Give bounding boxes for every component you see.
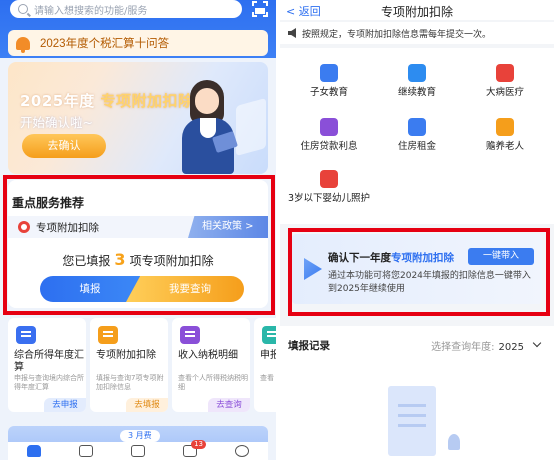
- scan-icon[interactable]: [252, 1, 268, 17]
- house-loan-icon: [320, 118, 338, 136]
- search-input[interactable]: 请输入想搜索的功能/服务: [10, 0, 242, 18]
- key-service-card: 重点服务推荐 专项附加扣除 相关政策 > 您已填报 3 项专项附加扣除 填报 我要查…: [8, 180, 268, 308]
- bell-icon: [16, 36, 30, 53]
- chevron-down-icon[interactable]: [532, 338, 542, 348]
- policy-notice: 按照规定，专项附加扣除信息需每年提交一次。: [280, 22, 554, 44]
- deduction-grid: 子女教育 继续教育 大病医疗 住房贷款利息 住房租金 赡养老人 3岁以下婴幼儿照…: [280, 48, 554, 224]
- notice-bar[interactable]: 2023年度个税汇算十问答: [8, 30, 268, 56]
- records-title: 填报记录: [288, 340, 330, 352]
- notice-text: 2023年度个税汇算十问答: [40, 38, 170, 50]
- children-education-icon: [320, 64, 338, 82]
- confirm-title: 确认下一年度专项附加扣除: [328, 252, 454, 264]
- banner-title: 2025年度 专项附加扣除: [20, 92, 194, 110]
- message-icon[interactable]: 13: [183, 440, 206, 457]
- house-rent-icon: [408, 118, 426, 136]
- grid-item-housing-rent[interactable]: 住房租金: [374, 118, 460, 153]
- banner-subtitle: 开始确认啦~: [20, 115, 93, 130]
- card-title: 综合所得年度汇算: [14, 350, 84, 373]
- card-title: 收入纳税明细: [178, 350, 238, 361]
- grid-item-infant-care[interactable]: 3岁以下婴幼儿照护: [286, 170, 372, 205]
- grid-item-elderly[interactable]: 赡养老人: [462, 118, 548, 153]
- service-cards: 综合所得年度汇算 申报与查询境内综合所得年度汇算 去申报 专项附加扣除 填报与查…: [0, 318, 276, 414]
- card-button[interactable]: 去查询: [208, 398, 250, 412]
- document-icon: [16, 326, 36, 344]
- grid-item-children-education[interactable]: 子女教育: [286, 64, 372, 99]
- confirm-desc: 通过本功能可将您2024年填报的扣除信息一键带入到2025年继续使用: [328, 271, 531, 294]
- elderly-icon: [496, 118, 514, 136]
- grid-item-continuing-education[interactable]: 继续教育: [374, 64, 460, 99]
- message-badge: 13: [191, 440, 206, 449]
- right-header: < 返回 专项附加扣除: [280, 0, 554, 20]
- filled-count: 3: [114, 250, 126, 269]
- profile-icon[interactable]: [235, 445, 249, 457]
- search-icon: [18, 4, 28, 14]
- search-placeholder: 请输入想搜索的功能/服务: [34, 5, 148, 17]
- card-income-details[interactable]: 收入纳税明细 查看个人所得税纳税明细 去查询: [172, 318, 250, 412]
- card-declaration[interactable]: 申报 查看: [254, 318, 276, 412]
- medical-kit-icon: [496, 64, 514, 82]
- calendar-icon[interactable]: [79, 445, 93, 457]
- card-annual-settlement[interactable]: 综合所得年度汇算 申报与查询境内综合所得年度汇算 去申报: [8, 318, 86, 412]
- grid-item-medical[interactable]: 大病医疗: [462, 64, 548, 99]
- speaker-icon: [288, 28, 296, 38]
- banner-illustration: [176, 74, 248, 174]
- card-desc: 查看个人所得税纳税明细: [178, 374, 248, 391]
- card-desc: 填报与查询7项专项附加扣除信息: [96, 374, 164, 391]
- clipboard-icon: [262, 326, 276, 344]
- key-service-item-label: 专项附加扣除: [36, 222, 99, 234]
- card-button[interactable]: 去申报: [44, 398, 86, 412]
- arrow-icon: [304, 258, 322, 280]
- fill-button[interactable]: 填报: [40, 276, 140, 302]
- card-desc: 申报与查询境内综合所得年度汇算: [14, 374, 84, 391]
- policy-notice-text: 按照规定，专项附加扣除信息需每年提交一次。: [302, 30, 492, 40]
- wallet-icon: [180, 326, 200, 344]
- form-icon: [98, 326, 118, 344]
- infant-care-icon: [320, 170, 338, 188]
- card-title: 专项附加扣除: [96, 350, 156, 361]
- bottom-pill: 3 月费: [120, 430, 160, 442]
- graduation-cap-icon: [408, 64, 426, 82]
- empty-state-illustration: [388, 386, 436, 456]
- one-click-import-button[interactable]: 一键带入: [468, 248, 534, 265]
- query-button[interactable]: 我要查询: [126, 276, 244, 302]
- tax-logo-icon: [18, 221, 30, 233]
- related-policy-link[interactable]: 相关政策 >: [188, 216, 268, 238]
- confirm-next-year-card: 确认下一年度专项附加扣除 一键带入 通过本功能可将您2024年填报的扣除信息一键…: [292, 234, 542, 304]
- records-section: 填报记录 选择查询年度: 2025: [280, 326, 554, 460]
- key-service-title: 重点服务推荐: [12, 196, 85, 210]
- promo-banner[interactable]: 2025年度 专项附加扣除 开始确认啦~ 去确认: [8, 62, 268, 174]
- list-icon[interactable]: [131, 445, 145, 457]
- filled-summary: 您已填报 3 项专项附加扣除: [62, 250, 214, 269]
- right-screen: < 返回 专项附加扣除 按照规定，专项附加扣除信息需每年提交一次。 子女教育 继…: [280, 0, 554, 460]
- card-button[interactable]: 去填报: [126, 398, 168, 412]
- card-special-deduction[interactable]: 专项附加扣除 填报与查询7项专项附加扣除信息 去填报: [90, 318, 168, 412]
- tree-decoration: [448, 434, 460, 450]
- grid-item-housing-loan[interactable]: 住房贷款利息: [286, 118, 372, 153]
- left-screen: 请输入想搜索的功能/服务 2023年度个税汇算十问答 2025年度 专项附加扣除…: [0, 0, 276, 460]
- year-selector[interactable]: 选择查询年度: 2025: [431, 338, 524, 353]
- bottom-nav: 13: [8, 440, 268, 460]
- card-title: 申报: [260, 350, 276, 361]
- home-icon[interactable]: [27, 445, 41, 457]
- banner-confirm-button[interactable]: 去确认: [22, 134, 106, 158]
- card-desc: 查看: [260, 374, 274, 382]
- key-service-item[interactable]: 专项附加扣除 相关政策 >: [8, 216, 268, 238]
- page-title: 专项附加扣除: [380, 5, 453, 19]
